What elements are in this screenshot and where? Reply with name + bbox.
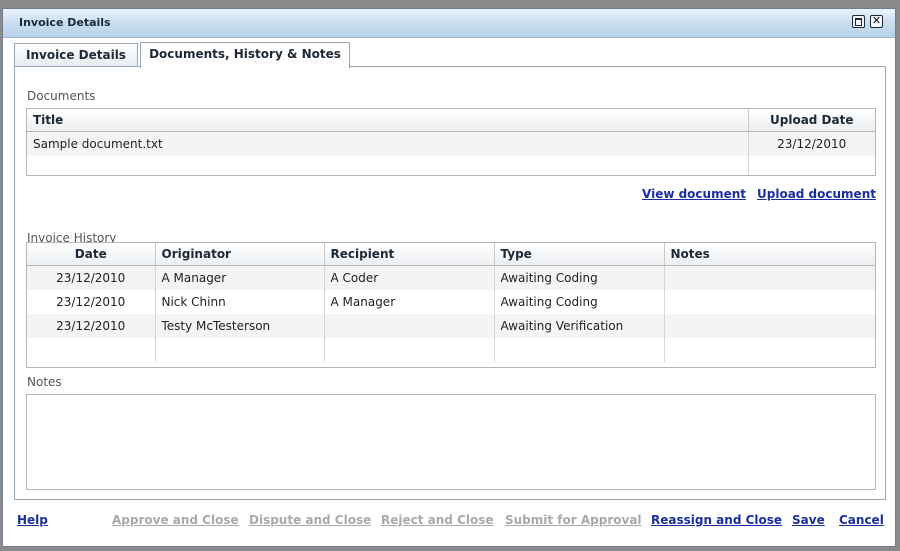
table-row[interactable]: 23/12/2010 Testy McTesterson Awaiting Ve… [27,314,875,338]
column-header-notes[interactable]: Notes [664,243,875,266]
invoice-details-window: Invoice Details ✕ Invoice Details Docume… [2,8,896,547]
history-type-cell: Awaiting Verification [494,314,665,338]
history-notes-cell [664,290,875,314]
history-notes-cell [664,314,875,338]
window-title: Invoice Details [19,16,111,29]
reassign-and-close-link[interactable]: Reassign and Close [651,513,782,527]
history-date-cell: 23/12/2010 [27,290,156,314]
document-title-cell: Sample document.txt [27,131,749,156]
column-header-recipient[interactable]: Recipient [324,243,495,266]
tab-documents-history-notes[interactable]: Documents, History & Notes [140,42,350,68]
column-header-type[interactable]: Type [494,243,665,266]
table-row[interactable]: 23/12/2010 A Manager A Coder Awaiting Co… [27,265,875,290]
history-recipient-cell: A Manager [324,290,495,314]
notes-textarea[interactable] [26,394,876,490]
reject-and-close-link[interactable]: Reject and Close [381,513,494,527]
dispute-and-close-link[interactable]: Dispute and Close [249,513,371,527]
column-header-originator[interactable]: Originator [155,243,325,266]
history-type-cell: Awaiting Coding [494,265,665,290]
documents-label: Documents [27,89,96,103]
cancel-link[interactable]: Cancel [839,513,884,527]
approve-and-close-link[interactable]: Approve and Close [112,513,239,527]
maximize-icon[interactable] [852,15,865,28]
tab-panel: Documents Title Upload Date Sample docum… [14,66,886,500]
notes-label: Notes [27,375,62,389]
history-type-cell: Awaiting Coding [494,290,665,314]
submit-for-approval-link[interactable]: Submit for Approval [505,513,642,527]
help-link[interactable]: Help [17,513,48,527]
view-document-link[interactable]: View document [642,187,746,201]
column-header-date[interactable]: Date [27,243,156,266]
table-row-empty [27,156,875,175]
document-date-cell: 23/12/2010 [748,131,875,156]
documents-grid: Title Upload Date Sample document.txt 23… [26,108,876,176]
column-header-title[interactable]: Title [27,109,749,132]
history-originator-cell: A Manager [155,265,325,290]
table-row[interactable]: Sample document.txt 23/12/2010 [27,131,875,156]
footer-actions: Help Approve and Close Dispute and Close… [3,509,897,535]
close-icon[interactable]: ✕ [870,15,883,28]
history-originator-cell: Testy McTesterson [155,314,325,338]
history-recipient-cell: A Coder [324,265,495,290]
column-header-upload-date[interactable]: Upload Date [748,109,875,132]
window-titlebar[interactable]: Invoice Details ✕ [3,9,895,38]
table-row-empty [27,338,875,362]
history-notes-cell [664,265,875,290]
table-row[interactable]: 23/12/2010 Nick Chinn A Manager Awaiting… [27,290,875,314]
invoice-history-grid: Date Originator Recipient Type Notes 23/… [26,242,876,368]
history-originator-cell: Nick Chinn [155,290,325,314]
upload-document-link[interactable]: Upload document [757,187,876,201]
save-link[interactable]: Save [792,513,825,527]
tab-invoice-details[interactable]: Invoice Details [14,43,138,66]
history-recipient-cell [324,314,495,338]
history-date-cell: 23/12/2010 [27,314,156,338]
history-date-cell: 23/12/2010 [27,265,156,290]
